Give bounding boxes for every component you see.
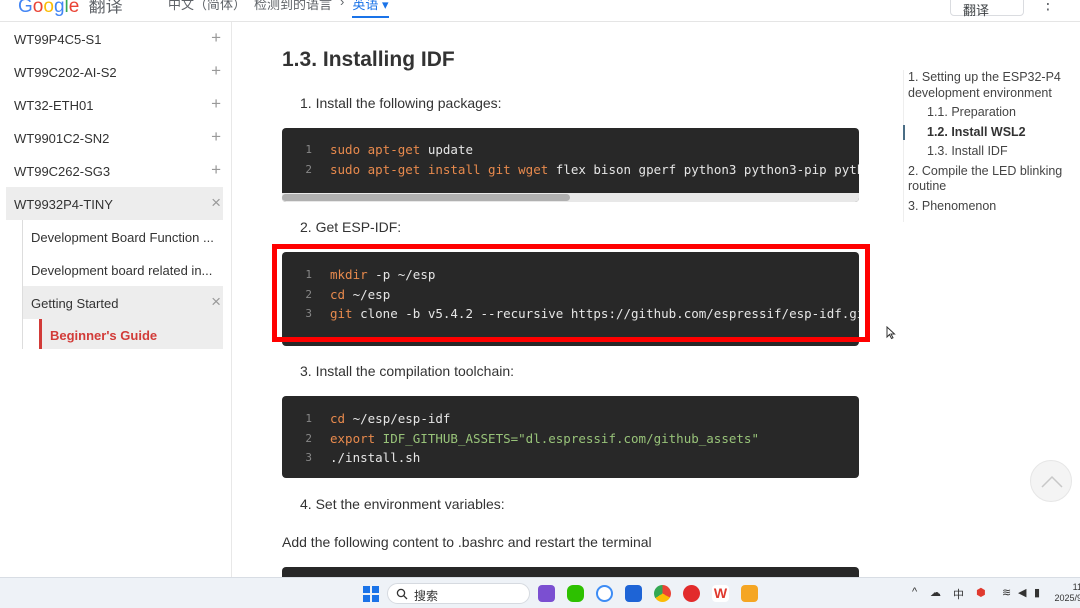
vertical-dots-icon[interactable]: ⋮ bbox=[1040, 0, 1056, 14]
language-selector: 中文（简体） 检测到的语言 › 英语 ▾ bbox=[168, 0, 389, 18]
code-line: 3 git clone -b v5.4.2 --recursive https:/… bbox=[305, 306, 859, 321]
lang-target[interactable]: 中文（简体） bbox=[168, 0, 246, 18]
toc-item[interactable]: 1. Setting up the ESP32-P4 development e… bbox=[903, 70, 1078, 101]
collapse-icon[interactable]: × bbox=[211, 292, 221, 312]
code-line: 2 export IDF_GITHUB_ASSETS="dl.espressif.… bbox=[305, 430, 759, 446]
lang-arrow: › bbox=[340, 0, 345, 9]
app-8-icon[interactable] bbox=[741, 585, 758, 602]
code-line: 2 sudo apt-get install git wget flex biso… bbox=[305, 161, 859, 177]
sidebar-submenu: Development Board Function ... Developme… bbox=[22, 220, 231, 349]
windows-start-icon[interactable] bbox=[363, 586, 379, 602]
translate-button[interactable]: 翻译 bbox=[950, 0, 1024, 18]
wechat-icon[interactable] bbox=[567, 585, 584, 602]
toc-item[interactable]: 2. Compile the LED blinking routine bbox=[903, 164, 1078, 195]
scrollbar-thumb[interactable] bbox=[282, 194, 570, 201]
cloud-icon[interactable]: ☁ bbox=[930, 586, 941, 599]
wifi-icon[interactable]: ≋ bbox=[1002, 586, 1011, 599]
back-to-top-button[interactable] bbox=[1030, 460, 1072, 502]
step-text: 4. Set the environment variables: bbox=[300, 496, 505, 512]
google-translate-logo: Google 翻译 bbox=[18, 0, 123, 17]
sidebar: WT99P4C5-S1 + WT99C202-AI-S2 + WT32-ETH01 +… bbox=[0, 22, 232, 577]
lang-detected[interactable]: 检测到的语言 bbox=[254, 0, 332, 18]
paragraph: Add the following content to .bashrc and… bbox=[282, 534, 652, 550]
sidebar-subitem[interactable]: Development board related in... bbox=[23, 253, 223, 286]
step-text: 2. Get ESP-IDF: bbox=[300, 219, 402, 235]
code-line: 3 ./install.sh bbox=[305, 450, 421, 465]
code-line: 1 sudo apt-get update bbox=[305, 142, 473, 157]
code-line: 1 cd ~/esp/esp-idf bbox=[305, 411, 451, 426]
search-icon bbox=[396, 588, 408, 600]
sidebar-item[interactable]: WT99C202-AI-S2 + bbox=[0, 55, 231, 88]
ime-icon[interactable]: 中 bbox=[953, 586, 964, 602]
chrome-icon[interactable] bbox=[654, 585, 671, 602]
toc-item-active[interactable]: 1.2. Install WSL2 bbox=[903, 124, 1078, 140]
netease-music-icon[interactable] bbox=[683, 585, 700, 602]
chevron-up-icon bbox=[1041, 475, 1063, 488]
collapse-icon[interactable]: × bbox=[211, 193, 221, 213]
step-text: 3. Install the compilation toolchain: bbox=[300, 363, 515, 379]
expand-icon[interactable]: + bbox=[211, 127, 221, 147]
main-content: 1.3. Installing IDF 1. Install the follo… bbox=[232, 22, 892, 587]
toc-item[interactable]: 1.1. Preparation bbox=[903, 105, 1078, 121]
code-line: 1 mkdir -p ~/esp bbox=[305, 267, 436, 282]
tray-expand-icon[interactable]: ^ bbox=[912, 586, 917, 598]
expand-icon[interactable]: + bbox=[211, 160, 221, 180]
code-line: 2 cd ~/esp bbox=[305, 286, 391, 302]
sidebar-item-wt9932p4-tiny[interactable]: WT9932P4-TINY × bbox=[6, 187, 223, 220]
step-text: 1. Install the following packages: bbox=[300, 95, 502, 111]
sidebar-item[interactable]: WT32-ETH01 + bbox=[0, 88, 231, 121]
code-block: 1 mkdir -p ~/esp 2 cd ~/esp 3 git clone -b … bbox=[282, 252, 859, 346]
section-heading: 1.3. Installing IDF bbox=[282, 48, 455, 71]
toc-item[interactable]: 3. Phenomenon bbox=[903, 199, 1078, 215]
lang-source[interactable]: 英语 ▾ bbox=[352, 0, 389, 18]
store-icon[interactable] bbox=[625, 585, 642, 602]
mouse-cursor-icon bbox=[886, 326, 896, 340]
app-1-icon[interactable] bbox=[538, 585, 555, 602]
sidebar-item[interactable]: WT99C262-SG3 + bbox=[0, 154, 231, 187]
taskbar-search[interactable]: 搜索 bbox=[387, 583, 530, 604]
battery-icon[interactable]: ▮ bbox=[1034, 586, 1040, 599]
expand-icon[interactable]: + bbox=[211, 94, 221, 114]
sidebar-subsubmenu: Beginner's Guide bbox=[39, 319, 231, 349]
expand-icon[interactable]: + bbox=[211, 28, 221, 48]
search-app-icon[interactable] bbox=[596, 585, 613, 602]
table-of-contents: 1. Setting up the ESP32-P4 development e… bbox=[903, 70, 1078, 218]
sidebar-item-beginners-guide[interactable]: Beginner's Guide bbox=[39, 319, 223, 349]
sidebar-subitem[interactable]: Development Board Function ... bbox=[23, 220, 223, 253]
horizontal-scrollbar[interactable] bbox=[282, 193, 859, 202]
sidebar-item[interactable]: WT99P4C5-S1 + bbox=[0, 22, 231, 55]
sidebar-item[interactable]: WT9901C2-SN2 + bbox=[0, 121, 231, 154]
sidebar-subitem-getting-started[interactable]: Getting Started × bbox=[23, 286, 223, 319]
code-block: 1 cd ~/esp/esp-idf 2 export IDF_GITHUB_ASS… bbox=[282, 396, 859, 478]
speaker-icon[interactable]: ◀ bbox=[1018, 586, 1026, 599]
clock[interactable]: 11 2025/9 bbox=[1052, 582, 1080, 604]
toc-item[interactable]: 1.3. Install IDF bbox=[903, 144, 1078, 160]
code-block: 1 sudo apt-get update 2 sudo apt-get insta… bbox=[282, 128, 859, 202]
app-tray-icon[interactable]: ⬢ bbox=[976, 586, 986, 599]
expand-icon[interactable]: + bbox=[211, 61, 221, 81]
windows-taskbar: 搜索 W ^ ☁ 中 ⬢ ≋ ◀ ▮ 11 2025/9 bbox=[0, 577, 1080, 608]
google-translate-bar: Google 翻译 中文（简体） 检测到的语言 › 英语 ▾ 翻译 ⋮ bbox=[0, 0, 1080, 22]
wps-icon[interactable]: W bbox=[712, 585, 729, 602]
